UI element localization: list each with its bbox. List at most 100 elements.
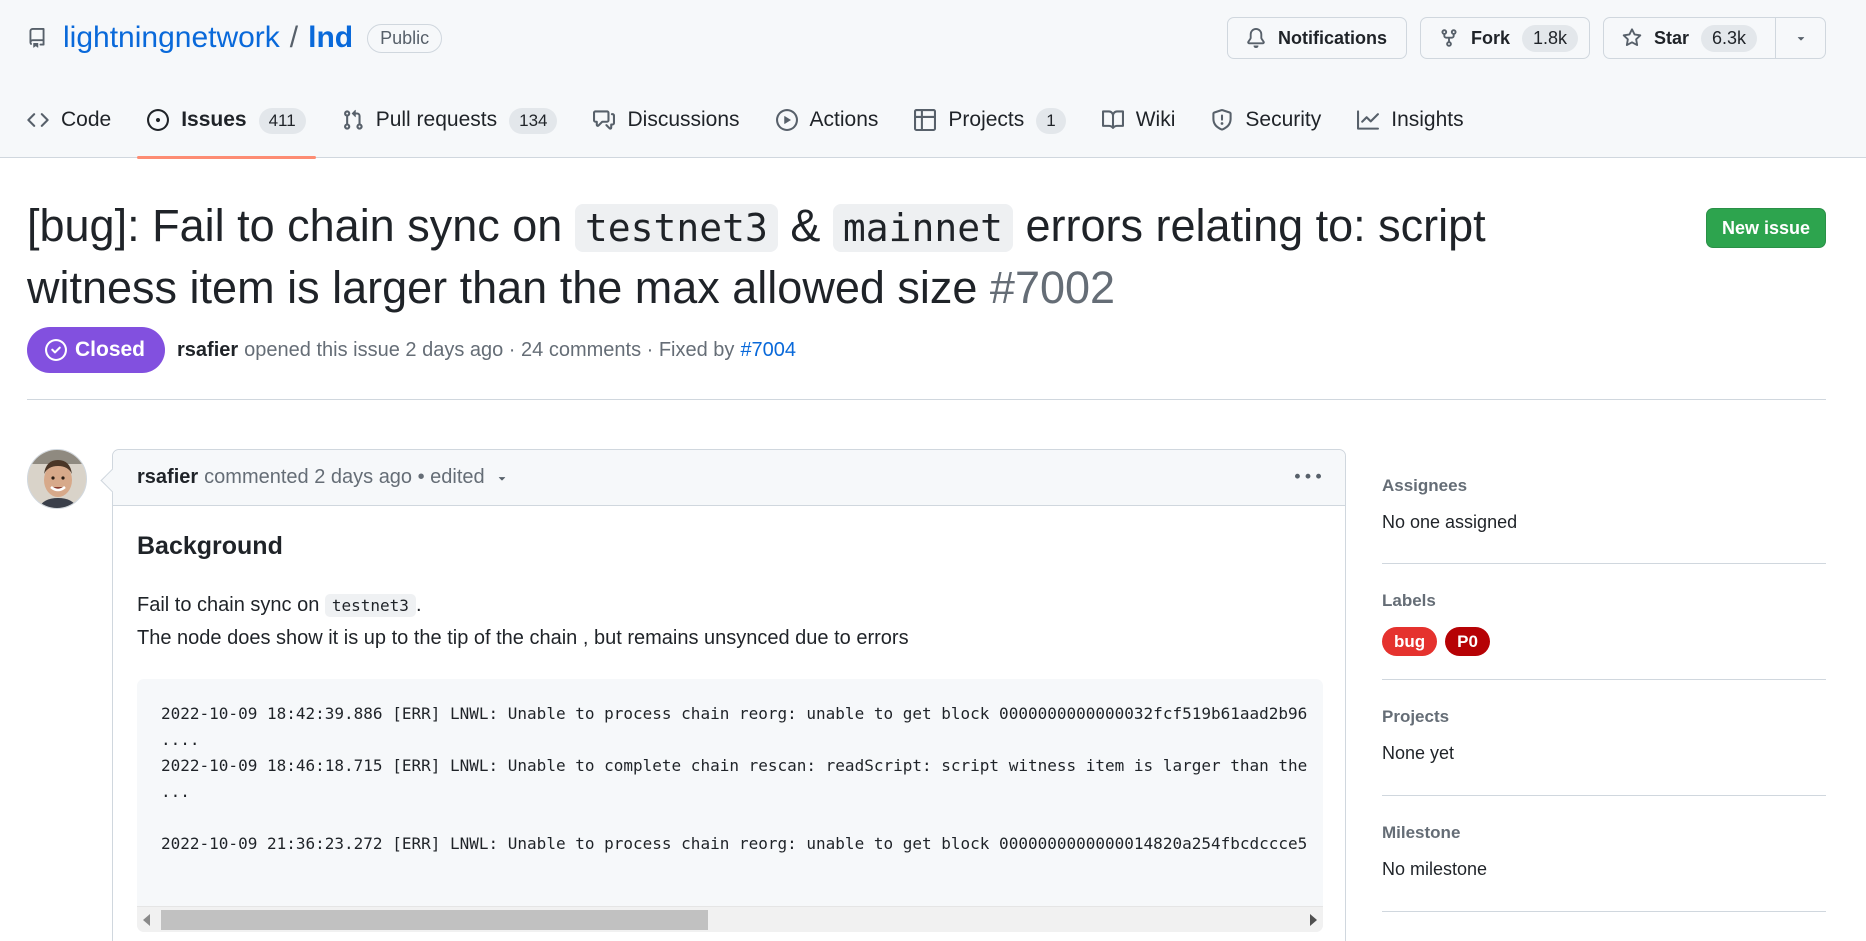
star-label: Star — [1654, 27, 1690, 48]
issue-comment: rsafier commented 2 days ago • edited Ba… — [112, 449, 1346, 941]
graph-icon — [1357, 106, 1380, 134]
label-p0[interactable]: P0 — [1445, 627, 1490, 656]
issue-sidebar: Assignees No one assigned Labels bug P0 … — [1382, 449, 1826, 912]
comment-discussion-icon — [593, 106, 616, 134]
issue-title-part2: & — [777, 200, 833, 251]
triangle-down-icon — [1797, 37, 1804, 41]
tab-security-label: Security — [1245, 108, 1322, 131]
scroll-right-icon[interactable] — [1310, 914, 1317, 926]
issue-opened-text: opened this issue 2 days ago · 24 commen… — [244, 338, 735, 361]
tab-projects[interactable]: Projects 1 — [914, 98, 1066, 158]
comment-line1-prefix: Fail to chain sync on — [137, 594, 325, 616]
code-icon — [27, 106, 49, 134]
comment-heading: Background — [137, 532, 283, 560]
tab-insights[interactable]: Insights — [1357, 98, 1464, 158]
issue-closed-icon — [45, 339, 67, 361]
issue-state-label: Closed — [75, 338, 146, 361]
tab-security[interactable]: Security — [1211, 98, 1321, 158]
issue-title-code-testnet3: testnet3 — [574, 204, 778, 252]
issue-number: #7002 — [989, 262, 1116, 313]
comment-body: Background Fail to chain sync on testnet… — [113, 506, 1345, 932]
log-code-block[interactable]: 2022-10-09 18:42:39.886 [ERR] LNWL: Unab… — [137, 679, 1323, 932]
tab-discussions-label: Discussions — [627, 108, 740, 131]
milestone-title[interactable]: Milestone — [1382, 823, 1826, 843]
fork-icon — [1439, 28, 1459, 48]
labels-section: Labels bug P0 — [1382, 564, 1826, 680]
tab-pull-requests[interactable]: Pull requests 134 — [342, 98, 558, 158]
assignees-value: No one assigned — [1382, 512, 1518, 532]
play-icon — [775, 106, 798, 134]
repo-separator: / — [289, 21, 299, 54]
tab-actions[interactable]: Actions — [775, 98, 879, 158]
kebab-horizontal-icon[interactable] — [1295, 462, 1321, 492]
repo-icon — [27, 25, 49, 51]
repo-tabs: Code Issues 411 Pull requests 134 Discus… — [27, 98, 1500, 159]
assignees-section: Assignees No one assigned — [1382, 449, 1826, 564]
tab-issues-count: 411 — [258, 108, 306, 134]
scroll-left-icon[interactable] — [143, 914, 150, 926]
issue-author-link[interactable]: rsafier — [177, 339, 238, 362]
header-divider — [27, 399, 1826, 400]
labels-title[interactable]: Labels — [1382, 591, 1826, 611]
issue-opened-icon — [147, 106, 170, 134]
fixed-by-pr-link[interactable]: #7004 — [740, 339, 796, 362]
issue-title: [bug]: Fail to chain sync on testnet3 & … — [27, 196, 1627, 318]
triangle-down-icon[interactable] — [495, 471, 509, 485]
avatar[interactable] — [27, 449, 87, 509]
star-button[interactable]: Star 6.3k — [1603, 17, 1826, 59]
comment-meta[interactable]: commented 2 days ago • edited — [204, 466, 485, 489]
tab-code[interactable]: Code — [27, 98, 111, 158]
scrollbar-thumb[interactable] — [161, 910, 708, 930]
tab-insights-label: Insights — [1391, 108, 1464, 131]
comment-paragraph: Fail to chain sync on testnet3. The node … — [137, 589, 1321, 654]
log-line: .... — [161, 730, 200, 749]
issue-state-badge: Closed — [27, 327, 166, 373]
issue-state-row: Closed rsafier opened this issue 2 days … — [27, 327, 796, 373]
assignees-title[interactable]: Assignees — [1382, 476, 1826, 496]
repo-name-link[interactable]: lnd — [308, 21, 353, 55]
comment-author-link[interactable]: rsafier — [137, 466, 198, 489]
star-list-dropdown[interactable] — [1775, 18, 1825, 58]
bell-icon — [1246, 28, 1266, 48]
new-issue-button[interactable]: New issue — [1706, 208, 1826, 248]
tab-pull-requests-count: 134 — [509, 108, 558, 134]
tab-discussions[interactable]: Discussions — [593, 98, 740, 158]
log-lines: 2022-10-09 18:42:39.886 [ERR] LNWL: Unab… — [161, 701, 1307, 857]
labels-list: bug P0 — [1382, 627, 1826, 656]
label-bug[interactable]: bug — [1382, 627, 1438, 656]
star-count: 6.3k — [1701, 24, 1758, 52]
issue-title-code-mainnet: mainnet — [832, 204, 1014, 252]
projects-value: None yet — [1382, 743, 1455, 763]
milestone-value: No milestone — [1382, 859, 1488, 879]
comment-line1-suffix: . — [415, 594, 422, 616]
projects-title[interactable]: Projects — [1382, 707, 1826, 727]
repo-owner-link[interactable]: lightningnetwork — [63, 21, 280, 55]
pull-request-icon — [342, 106, 364, 134]
tab-wiki-label: Wiki — [1135, 108, 1176, 131]
tab-wiki[interactable]: Wiki — [1101, 98, 1176, 158]
horizontal-scrollbar[interactable] — [137, 906, 1323, 932]
issue-title-part1: [bug]: Fail to chain sync on — [27, 200, 575, 251]
log-line: 2022-10-09 18:42:39.886 [ERR] LNWL: Unab… — [161, 704, 1308, 723]
fork-button[interactable]: Fork 1.8k — [1420, 17, 1590, 59]
notifications-label: Notifications — [1278, 27, 1388, 48]
tab-actions-label: Actions — [809, 108, 879, 131]
repo-header: lightningnetwork / lnd Public Notificati… — [0, 0, 1866, 159]
fork-count: 1.8k — [1522, 24, 1579, 52]
tab-projects-label: Projects — [948, 108, 1025, 131]
comment-inline-code: testnet3 — [324, 594, 416, 617]
tab-projects-count: 1 — [1036, 108, 1066, 134]
book-icon — [1101, 106, 1124, 134]
repo-title: lightningnetwork / lnd Public — [27, 20, 443, 56]
notifications-button[interactable]: Notifications — [1227, 17, 1407, 59]
star-icon — [1622, 28, 1642, 48]
tab-code-label: Code — [61, 108, 112, 131]
tab-issues[interactable]: Issues 411 — [137, 98, 316, 159]
comment-line2: The node does show it is up to the tip o… — [137, 627, 909, 649]
tab-pull-requests-label: Pull requests — [375, 108, 498, 131]
tab-issues-label: Issues — [181, 108, 247, 131]
projects-section: Projects None yet — [1382, 680, 1826, 796]
table-icon — [914, 106, 937, 134]
milestone-section: Milestone No milestone — [1382, 796, 1826, 912]
